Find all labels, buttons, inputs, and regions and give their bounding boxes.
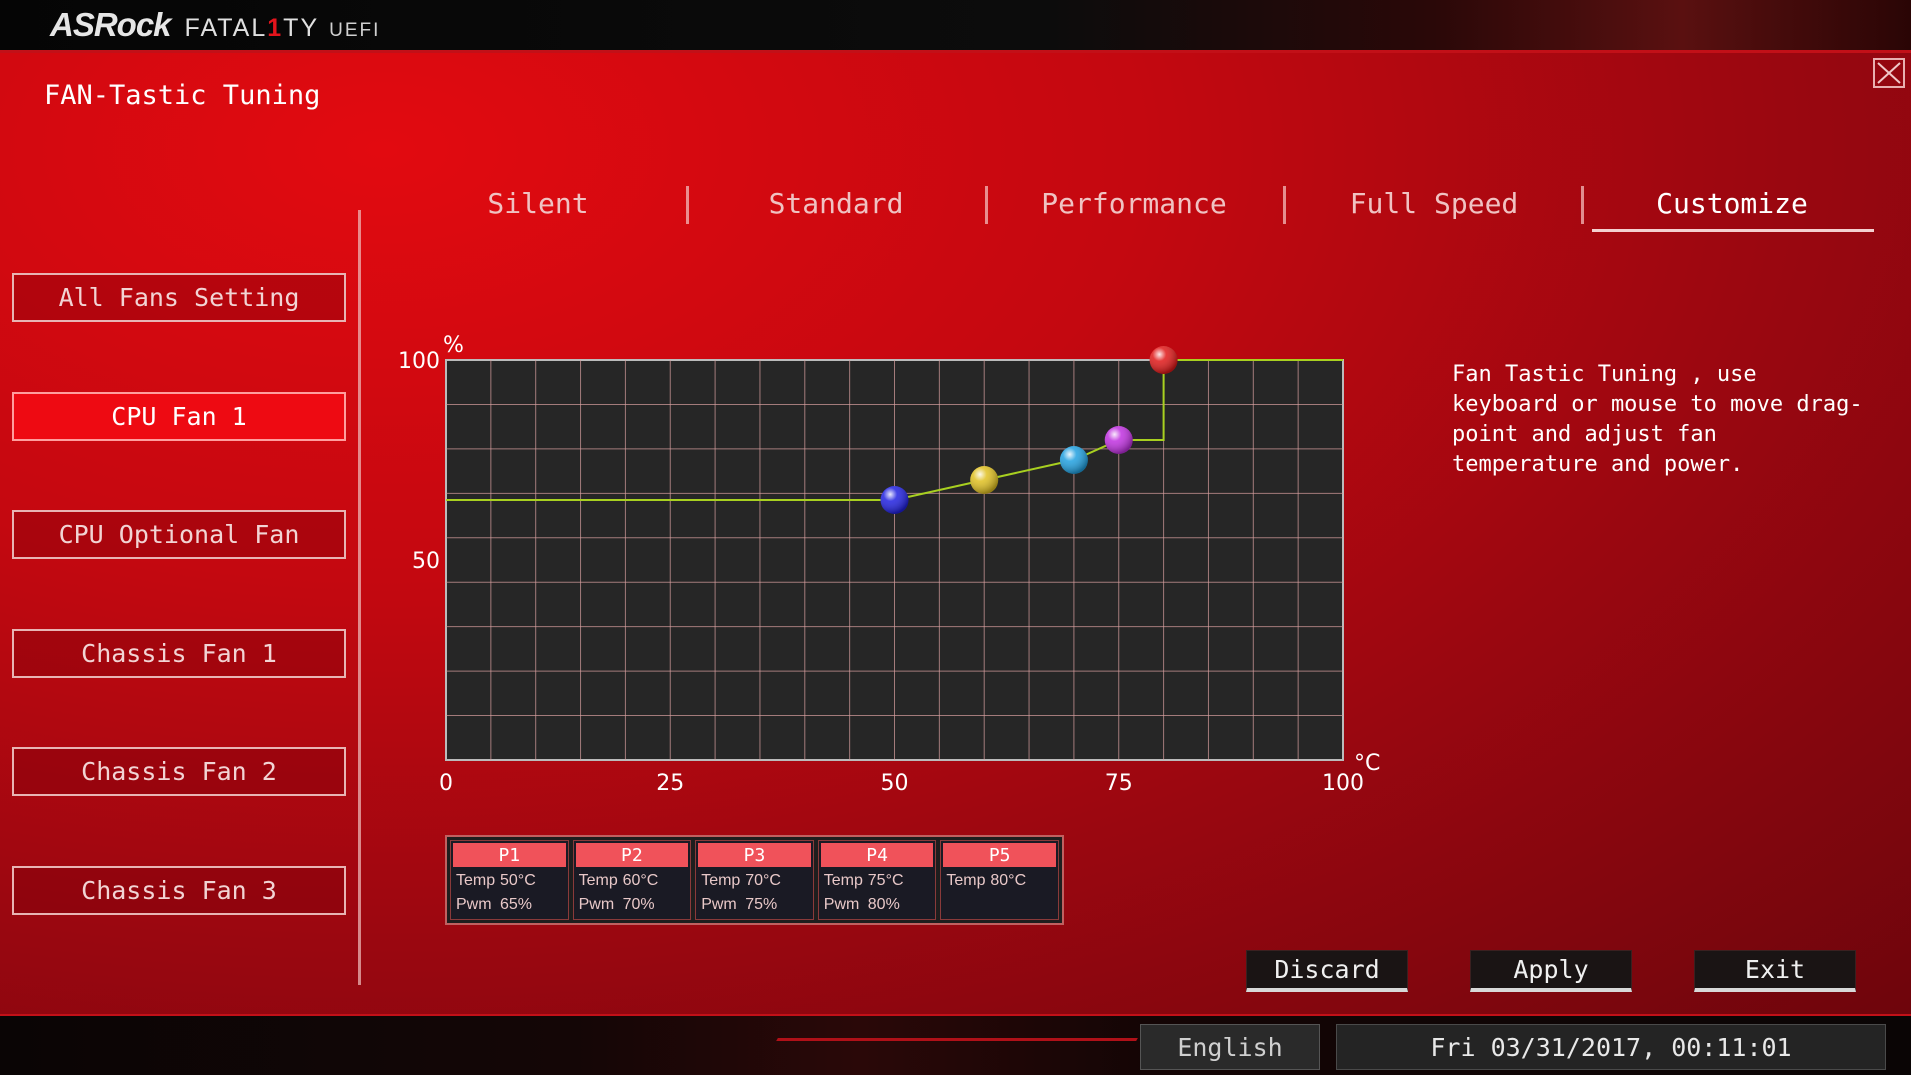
point-temp: Temp 75°C <box>819 869 936 893</box>
y-tick-label: 50 <box>412 549 440 574</box>
x-tick-label: 25 <box>656 771 684 796</box>
point-pwm: Pwm 65% <box>451 893 568 917</box>
y-tick-label: 100 <box>398 349 440 374</box>
temp-label: Temp <box>578 872 618 889</box>
temp-label: Temp <box>701 872 741 889</box>
language-button[interactable]: English <box>1140 1024 1320 1070</box>
drag-point-p5[interactable] <box>1149 346 1178 374</box>
x-tick-label: 50 <box>881 771 909 796</box>
close-icon <box>1877 62 1901 84</box>
sidebar-item-cpu-fan-1[interactable]: CPU Fan 1 <box>12 392 346 441</box>
temp-value: 50°C <box>500 872 536 889</box>
grid-lines <box>446 360 1343 760</box>
pwm-value: 75% <box>745 896 778 913</box>
fan-curve-svg[interactable]: 0 25 50 75 10010050 % °C <box>380 320 1400 800</box>
temp-label: Temp <box>946 872 986 889</box>
tab-performance[interactable]: Performance <box>1016 180 1252 226</box>
tab-separator <box>985 186 988 224</box>
tab-separator <box>686 186 689 224</box>
tab-full-speed[interactable]: Full Speed <box>1316 180 1552 226</box>
point-name: P4 <box>820 843 934 867</box>
tab-separator <box>1283 186 1286 224</box>
point-temp: Temp 60°C <box>574 869 691 893</box>
temp-label: Temp <box>823 872 863 889</box>
temp-value: 70°C <box>745 872 781 889</box>
drag-point-shine <box>880 486 909 514</box>
point-temp: Temp 70°C <box>696 869 813 893</box>
tab-standard[interactable]: Standard <box>718 180 954 226</box>
point-pwm: Pwm 70% <box>574 893 691 917</box>
point-name: P2 <box>575 843 689 867</box>
point-name: P3 <box>698 843 811 867</box>
point-name: P5 <box>943 843 1056 867</box>
fan-curve-chart[interactable]: 0 25 50 75 100 100 50 % °C <box>380 320 1400 800</box>
pwm-label: Pwm <box>823 896 860 913</box>
brand-logo: ASRock FATAL1TY UEFI <box>50 6 380 44</box>
tab-separator <box>1581 186 1584 224</box>
apply-button[interactable]: Apply <box>1470 950 1632 992</box>
point-cell-p2[interactable]: P2 Temp 60°C Pwm 70% <box>572 840 692 920</box>
exit-button[interactable]: Exit <box>1694 950 1856 992</box>
pwm-label: Pwm <box>578 896 615 913</box>
drag-point-p2[interactable] <box>970 466 999 494</box>
sidebar-item-all-fans-setting[interactable]: All Fans Setting <box>12 273 346 322</box>
drag-point-p3[interactable] <box>1059 446 1088 474</box>
temp-label: Temp <box>456 872 496 889</box>
discard-button[interactable]: Discard <box>1246 950 1408 992</box>
point-temp: Temp 50°C <box>451 869 568 893</box>
close-button[interactable] <box>1873 58 1905 88</box>
pwm-label: Pwm <box>701 896 737 913</box>
point-name: P1 <box>453 843 566 867</box>
drag-point-shine <box>1059 446 1088 474</box>
tab-silent[interactable]: Silent <box>420 180 656 226</box>
brand-series-one: 1 <box>267 14 284 42</box>
sidebar-item-chassis-fan-1[interactable]: Chassis Fan 1 <box>12 629 346 678</box>
point-pwm: Pwm 75% <box>696 893 813 917</box>
point-pwm: Pwm 80% <box>819 893 936 917</box>
point-cell-p5[interactable]: P5 Temp 80°C <box>940 840 1059 920</box>
drag-point-p1[interactable] <box>880 486 909 514</box>
pwm-label: Pwm <box>456 896 492 913</box>
brand-series: FATAL1TY <box>185 14 320 43</box>
sidebar-divider <box>358 210 361 985</box>
drag-point-shine <box>970 466 999 494</box>
drag-point-shine <box>1149 346 1178 374</box>
help-description: Fan Tastic Tuning , use keyboard or mous… <box>1452 362 1863 477</box>
tab-customize[interactable]: Customize <box>1614 180 1850 226</box>
active-tab-underline <box>1592 229 1874 232</box>
point-cell-p1[interactable]: P1 Temp 50°C Pwm 65% <box>450 840 569 920</box>
bottom-decoration <box>772 1038 1138 1048</box>
x-tick-label: 0 <box>439 771 453 796</box>
brand-series-b: TY <box>283 14 320 42</box>
sidebar-item-chassis-fan-3[interactable]: Chassis Fan 3 <box>12 866 346 915</box>
pwm-value: 65% <box>500 896 533 913</box>
drag-points-table: P1 Temp 50°C Pwm 65% P2 Temp 60°C Pwm 70% P3… <box>445 835 1064 925</box>
pwm-value: 70% <box>622 896 655 913</box>
x-unit-label: °C <box>1354 751 1380 776</box>
page-title: FAN-Tastic Tuning <box>44 80 321 111</box>
sidebar-item-chassis-fan-2[interactable]: Chassis Fan 2 <box>12 747 346 796</box>
point-cell-p4[interactable]: P4 Temp 75°C Pwm 80% <box>817 840 937 920</box>
point-temp: Temp 80°C <box>941 869 1058 893</box>
temp-value: 60°C <box>622 872 659 889</box>
system-datetime: Fri 03/31/2017, 00:11:01 <box>1336 1024 1886 1070</box>
x-tick-label: 75 <box>1105 771 1133 796</box>
brand-name: ASRock <box>50 6 172 43</box>
temp-value: 80°C <box>990 872 1027 889</box>
drag-point-p4[interactable] <box>1104 426 1133 454</box>
temp-value: 75°C <box>867 872 904 889</box>
brand-uefi: UEFI <box>329 20 381 41</box>
pwm-value: 80% <box>867 896 900 913</box>
y-unit-label: % <box>443 333 464 358</box>
brand-series-a: FATAL <box>184 14 268 42</box>
point-cell-p3[interactable]: P3 Temp 70°C Pwm 75% <box>695 840 814 920</box>
top-bar: ASRock FATAL1TY UEFI <box>0 0 1911 52</box>
sidebar-item-cpu-optional-fan[interactable]: CPU Optional Fan <box>12 510 346 559</box>
drag-point-shine <box>1104 426 1133 454</box>
